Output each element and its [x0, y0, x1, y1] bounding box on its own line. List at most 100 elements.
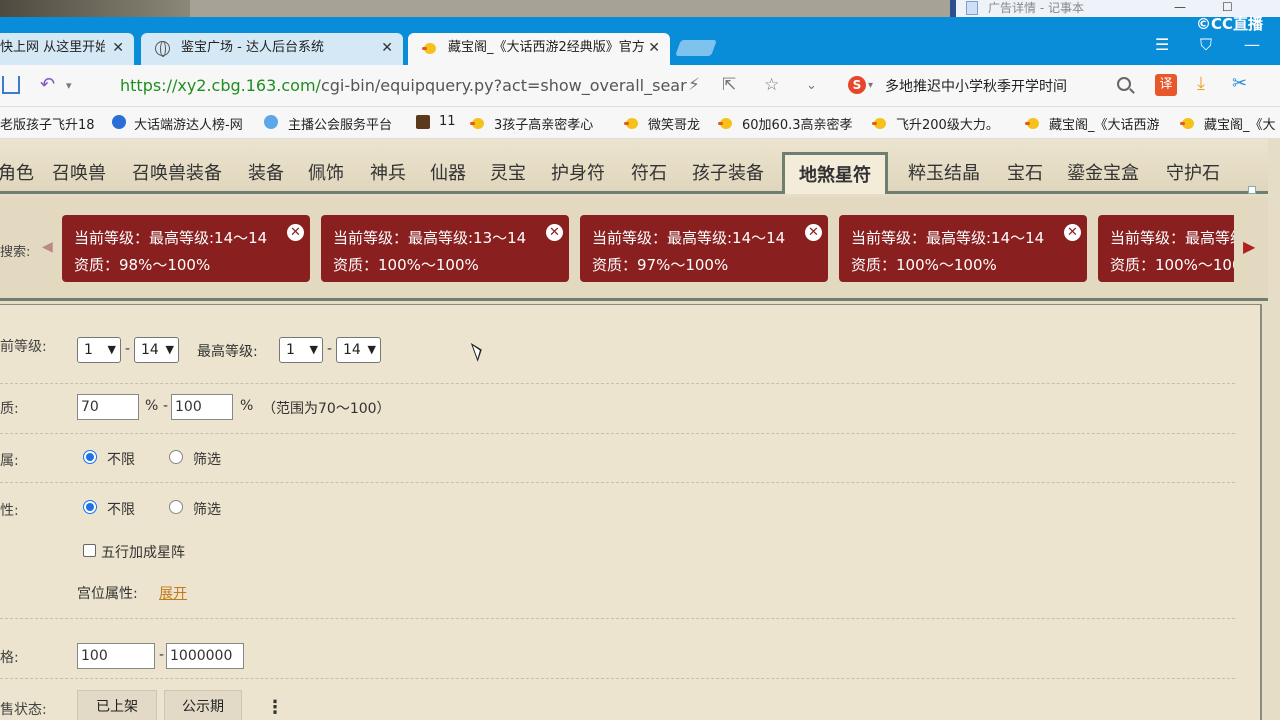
- saved-search-bar: 搜索: ◀ 当前等级：最高等级:14～14 资质：98%～100% ✕ 当前等级…: [0, 197, 1268, 301]
- more-icon[interactable]: ⋮: [266, 697, 284, 718]
- resize-handle[interactable]: [1248, 186, 1256, 194]
- bookmark-item[interactable]: 大话端游达人榜-网: [134, 114, 248, 133]
- tab-accessory[interactable]: 佩饰: [308, 159, 344, 185]
- radio-unlimited[interactable]: [83, 450, 97, 464]
- select-value: 14: [343, 342, 361, 358]
- close-icon[interactable]: ✕: [1064, 224, 1081, 241]
- tab-disha-star[interactable]: 地煞星符: [782, 152, 888, 194]
- bookmark-item[interactable]: 藏宝阁_《大话西游: [1049, 114, 1165, 133]
- chick-icon: [718, 116, 734, 130]
- game-icon: [416, 115, 430, 129]
- minimize-icon[interactable]: —: [1244, 35, 1260, 54]
- chevron-down-icon: ▼: [107, 343, 116, 356]
- share-icon[interactable]: ⇱: [722, 75, 736, 95]
- tab-close-icon[interactable]: ✕: [648, 33, 660, 63]
- price-min-input[interactable]: 100: [77, 643, 155, 669]
- tab-role[interactable]: 角色: [0, 159, 34, 185]
- tab-immortal-gear[interactable]: 仙器: [430, 159, 466, 185]
- scissors-icon[interactable]: ✂: [1232, 73, 1247, 94]
- arrow-left-icon[interactable]: ◀: [42, 239, 53, 255]
- tab-divine-weapon[interactable]: 神兵: [370, 159, 406, 185]
- bookmarks-bar: 老版孩子飞升18 大话端游达人榜-网 主播公会服务平台 11 3孩子高亲密孝心 …: [0, 107, 1280, 139]
- tab-gold-box[interactable]: 鎏金宝盒: [1067, 159, 1139, 185]
- max-level-max-select[interactable]: 14 ▼: [336, 337, 381, 363]
- filter-form: 前等级: 1 ▼ - 14 ▼ 最高等级: 1 ▼ - 14 ▼ 质: 70 % - 1…: [0, 304, 1262, 720]
- tab-cangbaoge[interactable]: 藏宝阁_《大话西游2经典版》官方 ✕: [408, 33, 670, 65]
- row-divider: [0, 433, 1235, 434]
- radio-unlimited[interactable]: [83, 500, 97, 514]
- bookmark-item[interactable]: 微笑哥龙: [648, 114, 708, 133]
- radio-filter[interactable]: [169, 500, 183, 514]
- row-divider: [0, 678, 1235, 679]
- background-window: [0, 0, 200, 17]
- back-icon[interactable]: ↶: [40, 74, 55, 95]
- listed-button[interactable]: 已上架: [77, 690, 157, 720]
- tab-close-icon[interactable]: ✕: [112, 33, 124, 63]
- translate-icon[interactable]: 译: [1155, 74, 1177, 96]
- max-level-min-select[interactable]: 1 ▼: [279, 337, 323, 363]
- bookmark-item[interactable]: 60加60.3高亲密孝: [742, 114, 856, 133]
- download-icon[interactable]: ⤓: [1197, 73, 1205, 94]
- arrow-right-icon[interactable]: ▶: [1243, 237, 1255, 256]
- bookmark-item[interactable]: 老版孩子飞升18: [0, 114, 98, 133]
- tab-jianbao[interactable]: 鉴宝广场 - 达人后台系统 ✕: [141, 33, 403, 65]
- chevron-down-icon[interactable]: ⌄: [806, 78, 817, 93]
- row-divider: [0, 618, 1235, 619]
- tab-child-equip[interactable]: 孩子装备: [692, 159, 764, 185]
- sogou-icon[interactable]: S: [848, 76, 866, 94]
- price-max-input[interactable]: 1000000: [166, 643, 244, 669]
- close-icon[interactable]: ✕: [546, 224, 563, 241]
- bookmark-item[interactable]: 3孩子高亲密孝心: [494, 114, 609, 133]
- current-level-min-select[interactable]: 1 ▼: [77, 337, 121, 363]
- background-window-strip: 广告详情 - 记事本 — ☐: [0, 0, 1280, 17]
- bookmark-item[interactable]: 11: [439, 114, 459, 129]
- search-chip[interactable]: 当前等级：最高等级:14～14 资质：100%～100% ✕: [839, 215, 1087, 282]
- new-tab-button[interactable]: [675, 40, 717, 56]
- tab-amulet[interactable]: 护身符: [551, 159, 605, 185]
- tab-summon[interactable]: 召唤兽: [52, 159, 106, 185]
- tab-guard-stone[interactable]: 守护石: [1166, 159, 1220, 185]
- search-suggestion[interactable]: 多地推迟中小学秋季开学时间: [885, 76, 1067, 96]
- url-field[interactable]: https://xy2.cbg.163.com/cgi-bin/equipque…: [120, 76, 687, 95]
- engine-dropdown-icon[interactable]: ▾: [868, 80, 873, 91]
- wuxing-checkbox[interactable]: [83, 544, 96, 557]
- quality-min-input[interactable]: 70: [77, 394, 139, 420]
- range-dash: -: [163, 398, 169, 414]
- shirt-icon[interactable]: ⛉: [1200, 35, 1212, 55]
- search-chip[interactable]: 当前等级：最高等级:14～14 资质：98%～100% ✕: [62, 215, 310, 282]
- tab-spirit-treasure[interactable]: 灵宝: [490, 159, 526, 185]
- maximize-button[interactable]: ☐: [1222, 0, 1233, 14]
- close-icon[interactable]: ✕: [287, 224, 304, 241]
- close-icon[interactable]: ✕: [805, 224, 822, 241]
- tab-close-icon[interactable]: ✕: [381, 33, 393, 63]
- tab-rune-stone[interactable]: 符石: [631, 159, 667, 185]
- tab-summon-equip[interactable]: 召唤兽装备: [132, 159, 222, 185]
- search-icon[interactable]: [1117, 77, 1131, 91]
- home-icon[interactable]: [2, 76, 20, 94]
- quality-max-input[interactable]: 100: [171, 394, 233, 420]
- tab-equip[interactable]: 装备: [248, 159, 284, 185]
- star-icon[interactable]: ☆: [764, 75, 779, 95]
- current-level-max-select[interactable]: 14 ▼: [134, 337, 179, 363]
- bookmark-item[interactable]: 主播公会服务平台: [288, 114, 406, 133]
- back-dropdown-icon[interactable]: ▾: [66, 79, 72, 92]
- radio-filter[interactable]: [169, 450, 183, 464]
- search-chip[interactable]: 当前等级：最高等级:14～14 资质：97%～100% ✕: [580, 215, 828, 282]
- percent-sign: %: [240, 398, 254, 414]
- public-period-button[interactable]: 公示期: [164, 690, 242, 720]
- bookmark-item[interactable]: 藏宝阁_《大: [1204, 114, 1280, 133]
- minimize-button[interactable]: —: [1174, 0, 1186, 14]
- chick-icon: [1025, 116, 1041, 130]
- quality-label: 质:: [0, 401, 19, 417]
- search-chip[interactable]: 当前等级：最高等级:13～14 资质：100%～100% ✕: [321, 215, 569, 282]
- expand-link[interactable]: 展开: [159, 583, 187, 603]
- tab-gem[interactable]: 宝石: [1007, 159, 1043, 185]
- search-chip[interactable]: 当前等级：最高等级:14～14 资质：100%～100%: [1098, 215, 1234, 282]
- menu-icon[interactable]: ☰: [1155, 35, 1169, 54]
- chip-level: 当前等级：最高等级:14～14: [851, 229, 1045, 247]
- tab-crystal[interactable]: 粹玉结晶: [908, 159, 980, 185]
- notepad-icon: [966, 1, 978, 15]
- bookmark-item[interactable]: 飞升200级大力。: [896, 114, 1010, 133]
- lightning-icon[interactable]: ⚡: [688, 75, 700, 95]
- tab-kuaishangwang[interactable]: 快上网 从这里开始 ✕: [0, 33, 134, 65]
